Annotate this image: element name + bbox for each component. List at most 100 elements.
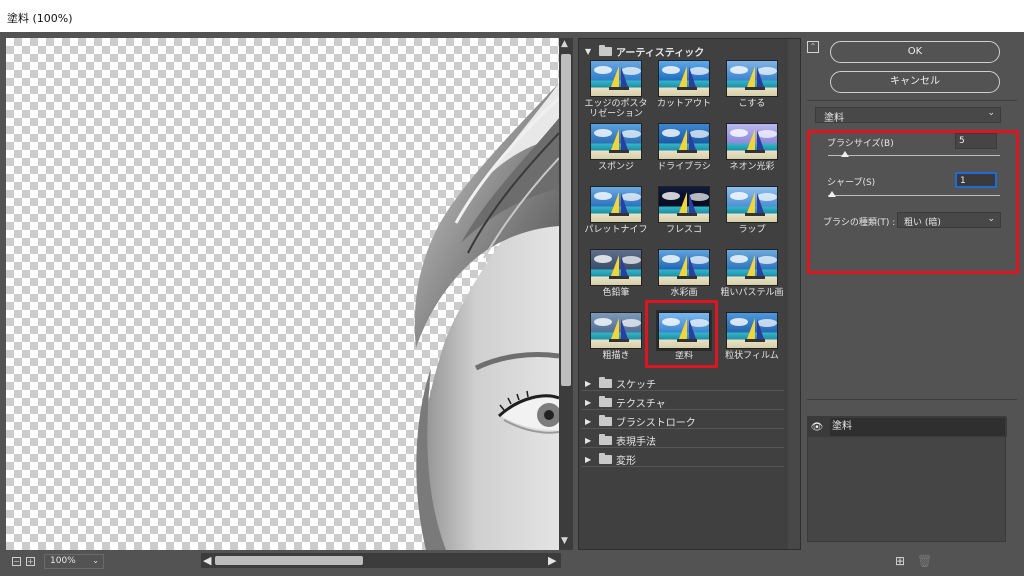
zoom-select[interactable]: 100% ⌄ (44, 554, 104, 569)
thumb-sponge-icon (590, 123, 642, 160)
brush-type-select[interactable]: 粗い (暗) ⌄ (897, 212, 1001, 228)
filter-gallery-dialog: ▲ ▼ − + 100% ⌄ ◀ ▶ ▼ アーティスティック エッジのポスタリゼ… (0, 32, 1024, 576)
preview-horizontal-scrollbar[interactable]: ◀ ▶ (201, 553, 561, 568)
filter-thumb-label: パレットナイフ (584, 225, 648, 235)
settings-panel: ⌃ OK キャンセル 塗料 ⌄ ブラシサイズ(B) 5 シャープ(S) 1 ブラ… (807, 38, 1019, 572)
effect-layer-row[interactable]: 👁 塗料 (808, 417, 1007, 437)
filter-thumb-9[interactable]: ラップ (717, 186, 787, 248)
triangle-right-icon: ▶ (585, 397, 592, 407)
filter-thumb-10[interactable]: 色鉛筆 (581, 249, 651, 311)
sharpness-label: シャープ(S) (827, 178, 876, 188)
effect-layers: 👁 塗料 (807, 416, 1007, 542)
thumb-pastel-icon (726, 249, 778, 286)
category-label: 変形 (616, 455, 636, 467)
category-label: 表現手法 (616, 436, 656, 448)
brush-size-slider-thumb[interactable] (841, 151, 850, 157)
filter-thumb-14[interactable]: 塗料 (649, 310, 719, 374)
triangle-down-icon: ▼ (585, 47, 592, 56)
horizontal-scroll-thumb[interactable] (215, 556, 363, 565)
folder-icon (599, 452, 612, 464)
thumb-poster-icon (590, 60, 642, 97)
category-label: テクスチャ (616, 398, 666, 410)
folder-icon (599, 395, 612, 407)
thumb-drybrush-icon (658, 123, 710, 160)
category-label: ブラシストローク (616, 417, 696, 429)
filter-thumb-label: エッジのポスタリゼーション (584, 99, 648, 119)
filter-thumb-4[interactable]: スポンジ (581, 123, 651, 185)
collapse-gallery-icon[interactable]: ⌃ (807, 41, 819, 53)
filter-thumb-label: ドライブラシ (657, 162, 711, 172)
filter-thumb-label: カットアウト (656, 99, 711, 109)
cancel-button[interactable]: キャンセル (830, 71, 1000, 93)
category-label: スケッチ (616, 379, 656, 391)
category-label: アーティスティック (616, 48, 705, 59)
scroll-left-icon[interactable]: ◀ (203, 554, 211, 567)
filter-thumb-15[interactable]: 粒状フィルム (717, 312, 787, 374)
filter-select[interactable]: 塗料 ⌄ (815, 107, 1001, 124)
filter-thumbnails: エッジのポスタリゼーション カットアウト こするスポンジ ドライブラシ ネオン光彩パレッ… (579, 60, 789, 380)
sharpness-slider-thumb[interactable] (828, 191, 837, 197)
filter-thumb-label: 粒状フィルム (725, 351, 779, 361)
thumb-fresco-icon (658, 186, 710, 223)
filter-thumb-1[interactable]: エッジのポスタリゼーション (581, 60, 651, 122)
eye-icon[interactable]: 👁 (808, 422, 826, 433)
category-item[interactable]: ▶ 変形 (581, 449, 784, 467)
filter-thumb-11[interactable]: 水彩画 (649, 249, 719, 311)
category-item[interactable]: ▶ ブラシストローク (581, 411, 784, 429)
filter-thumb-label: フレスコ (665, 225, 702, 235)
filter-thumb-label: 色鉛筆 (602, 288, 630, 298)
filter-thumb-label: 水彩画 (670, 288, 698, 298)
thumb-wrap-icon (726, 186, 778, 223)
effect-layer-name: 塗料 (830, 418, 1005, 436)
category-item[interactable]: ▶ 表現手法 (581, 430, 784, 448)
thumb-smudge-icon (726, 60, 778, 97)
filter-thumb-12[interactable]: 粗いパステル画 (717, 249, 787, 311)
filter-thumb-8[interactable]: フレスコ (649, 186, 719, 248)
thumb-palette-icon (590, 186, 642, 223)
scroll-down-icon[interactable]: ▼ (561, 536, 568, 546)
sharpness-slider[interactable] (828, 195, 1000, 196)
filter-thumb-label: 塗料 (674, 351, 693, 361)
new-effect-layer-icon[interactable]: ⊞ (895, 554, 905, 568)
filter-thumb-3[interactable]: こする (717, 60, 787, 122)
zoom-out-icon[interactable]: − (12, 557, 21, 566)
brush-size-slider[interactable] (828, 155, 1000, 156)
filter-thumb-label: 粗いパステル画 (720, 288, 784, 298)
thumb-pencil-icon (590, 249, 642, 286)
portrait-image (414, 83, 559, 550)
category-artistic[interactable]: ▼ アーティスティック (581, 41, 784, 59)
triangle-right-icon: ▶ (585, 416, 592, 426)
filter-thumb-6[interactable]: ネオン光彩 (717, 123, 787, 185)
zoom-value: 100% (50, 556, 76, 566)
delete-layer-icon[interactable]: 🗑 (917, 554, 932, 568)
folder-icon (599, 414, 612, 426)
preview-vertical-scrollbar[interactable]: ▲ ▼ (559, 38, 573, 550)
thumb-neon-icon (726, 123, 778, 160)
category-item[interactable]: ▶ スケッチ (581, 373, 784, 391)
zoom-in-icon[interactable]: + (26, 557, 35, 566)
chevron-down-icon: ⌄ (987, 214, 995, 224)
folder-icon (599, 376, 612, 388)
filter-thumb-label: こする (738, 99, 766, 109)
brush-type-label: ブラシの種類(T) : (823, 218, 896, 228)
filter-thumb-label: ネオン光彩 (729, 162, 775, 172)
triangle-right-icon: ▶ (585, 435, 592, 445)
gallery-scrollbar[interactable] (788, 39, 800, 549)
filter-thumb-13[interactable]: 粗描き (581, 312, 651, 374)
image-preview[interactable] (6, 38, 559, 550)
scroll-right-icon[interactable]: ▶ (548, 554, 556, 567)
scroll-up-icon[interactable]: ▲ (561, 39, 568, 49)
filter-thumb-7[interactable]: パレットナイフ (581, 186, 651, 248)
ok-button[interactable]: OK (830, 41, 1000, 63)
triangle-right-icon: ▶ (585, 454, 592, 464)
filter-thumb-5[interactable]: ドライブラシ (649, 123, 719, 185)
chevron-down-icon: ⌄ (987, 108, 995, 118)
category-item[interactable]: ▶ テクスチャ (581, 392, 784, 410)
chevron-down-icon: ⌄ (92, 556, 99, 565)
triangle-right-icon: ▶ (585, 378, 592, 388)
vertical-scroll-thumb[interactable] (561, 54, 571, 386)
window-title: 塗料 (100%) (0, 0, 1024, 32)
sharpness-input[interactable]: 1 (955, 172, 997, 188)
filter-thumb-2[interactable]: カットアウト (649, 60, 719, 122)
brush-size-input[interactable]: 5 (955, 133, 997, 149)
